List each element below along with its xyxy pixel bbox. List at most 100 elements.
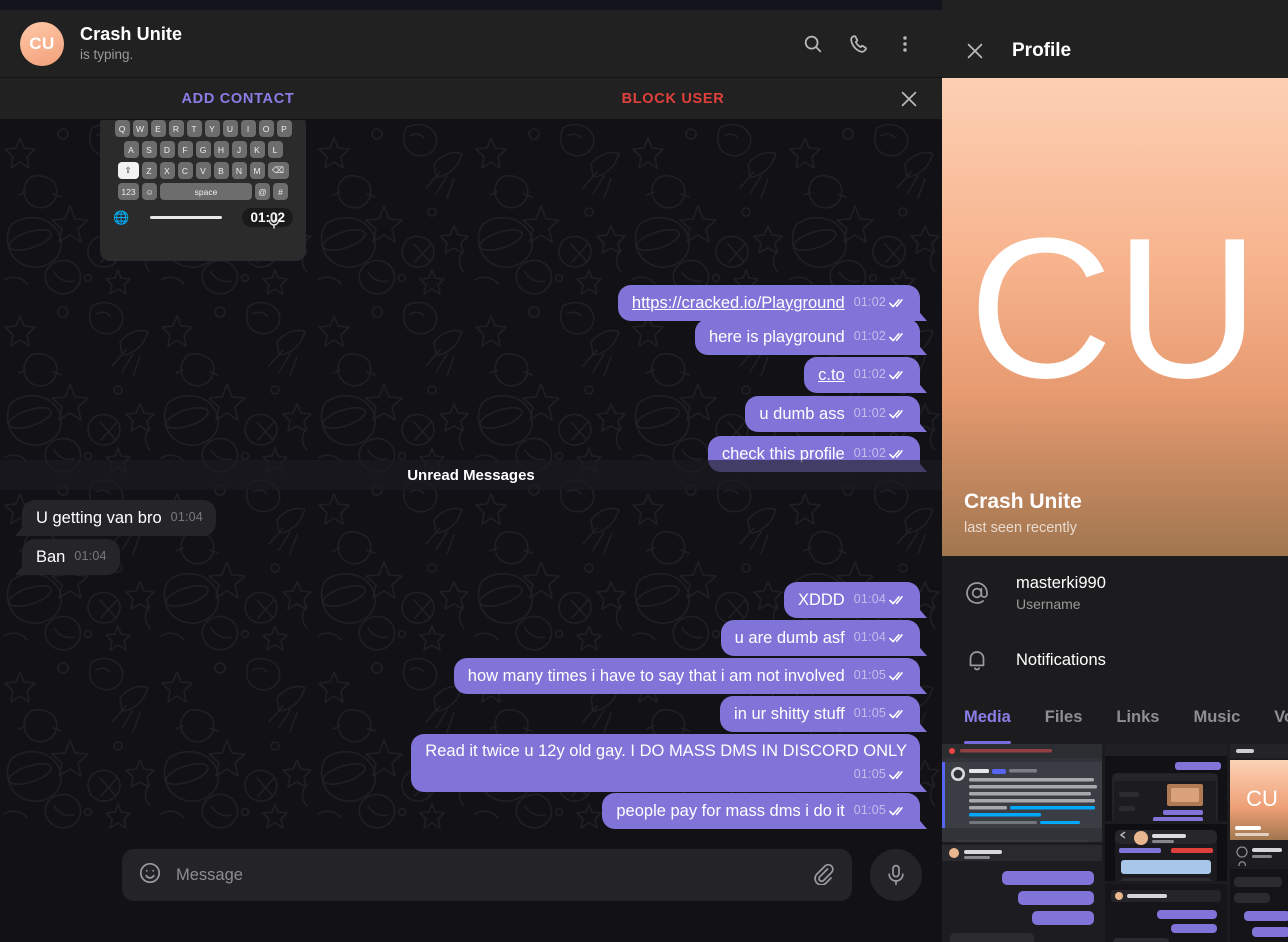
tab-links[interactable]: Links bbox=[1116, 690, 1159, 744]
message-bubble-outgoing[interactable]: c.to 01:02 bbox=[804, 357, 920, 393]
message-row[interactable]: U getting van bro 01:04 bbox=[22, 500, 920, 536]
profile-shared-tabs: Media Files Links Music Voi bbox=[942, 690, 1288, 744]
message-row[interactable]: here is playground 01:02 bbox=[22, 319, 920, 355]
microphone-icon bbox=[268, 212, 280, 235]
media-thumbnail[interactable] bbox=[1105, 884, 1227, 942]
message-meta: 01:05 bbox=[854, 800, 907, 822]
key: K bbox=[249, 141, 265, 158]
message-bubble-outgoing[interactable]: u dumb ass 01:02 bbox=[745, 396, 920, 432]
profile-title: Profile bbox=[1012, 40, 1072, 61]
tab-voice[interactable]: Voi bbox=[1274, 690, 1288, 744]
paperclip-icon[interactable] bbox=[810, 861, 834, 890]
message-bubble-outgoing[interactable]: u are dumb asf 01:04 bbox=[720, 620, 920, 656]
message-meta: 01:02 bbox=[854, 364, 907, 386]
profile-username-label: Username bbox=[1016, 595, 1081, 612]
close-profile-icon[interactable] bbox=[964, 40, 986, 62]
message-row[interactable]: in ur shitty stuff 01:05 bbox=[22, 696, 920, 732]
message-bubble-outgoing[interactable]: here is playground 01:02 bbox=[694, 319, 920, 355]
window-top-strip bbox=[0, 0, 942, 10]
chat-title: Crash Unite bbox=[80, 24, 183, 44]
message-row[interactable]: u dumb ass 01:02 bbox=[22, 396, 920, 432]
media-thumbnail[interactable] bbox=[1230, 868, 1288, 942]
message-row[interactable]: how many times i have to say that i am n… bbox=[22, 658, 920, 694]
message-row[interactable]: u are dumb asf 01:04 bbox=[22, 620, 920, 656]
media-thumbnail[interactable] bbox=[1105, 744, 1227, 821]
image-message-keyboard-screenshot[interactable]: Q W E R T Y U I O P A S D F G H J K L ⇧ … bbox=[100, 120, 306, 261]
message-input[interactable]: Message bbox=[176, 866, 796, 885]
media-thumbnail[interactable]: QWER TYUI OP bbox=[942, 744, 1102, 842]
message-meta: 01:04 bbox=[74, 546, 106, 568]
message-bubble-outgoing[interactable]: https://cracked.io/Playground 01:02 bbox=[617, 285, 920, 321]
emoji-icon[interactable] bbox=[138, 861, 162, 890]
message-bubble-outgoing[interactable]: Read it twice u 12y old gay. I DO MASS D… bbox=[411, 734, 920, 792]
profile-row-notifications[interactable]: Notifications bbox=[942, 630, 1288, 690]
close-action-bar-icon[interactable] bbox=[898, 88, 920, 110]
message-row[interactable]: XDDD 01:04 bbox=[22, 582, 920, 618]
message-composer: Message bbox=[0, 830, 942, 942]
profile-banner-initials: CU bbox=[968, 197, 1262, 420]
media-column: CU bbox=[1230, 744, 1288, 942]
message-bubble-outgoing[interactable]: in ur shitty stuff 01:05 bbox=[720, 696, 920, 732]
message-row[interactable]: Read it twice u 12y old gay. I DO MASS D… bbox=[22, 734, 920, 792]
message-text[interactable]: c.to bbox=[818, 365, 845, 386]
block-user-button[interactable]: BLOCK USER bbox=[476, 91, 870, 107]
key: S bbox=[141, 141, 157, 158]
key: C bbox=[177, 162, 193, 179]
profile-banner[interactable]: CU Crash Unite last seen recently bbox=[942, 78, 1288, 556]
avatar[interactable]: CU bbox=[20, 21, 64, 66]
message-row[interactable]: https://cracked.io/Playground 01:02 bbox=[22, 285, 920, 321]
message-bubble-incoming[interactable]: U getting van bro 01:04 bbox=[22, 500, 216, 536]
message-bubble-outgoing[interactable]: how many times i have to say that i am n… bbox=[453, 658, 920, 694]
bell-icon bbox=[964, 647, 990, 673]
microphone-button[interactable] bbox=[870, 849, 922, 901]
more-vertical-icon[interactable] bbox=[892, 31, 918, 57]
hash-key: # bbox=[273, 183, 288, 200]
tab-music[interactable]: Music bbox=[1193, 690, 1240, 744]
read-receipt-icon bbox=[889, 449, 903, 458]
chat-header-text[interactable]: Crash Unite is typing. bbox=[80, 23, 800, 64]
tab-media[interactable]: Media bbox=[964, 690, 1011, 744]
message-time: 01:05 bbox=[853, 668, 886, 682]
messages-inner: Q W E R T Y U I O P A S D F G H J K L ⇧ … bbox=[0, 120, 942, 830]
key: O bbox=[258, 120, 274, 137]
read-receipt-icon bbox=[889, 409, 903, 418]
message-meta: 01:05 bbox=[854, 764, 907, 786]
read-receipt-icon bbox=[889, 370, 903, 379]
phone-icon[interactable] bbox=[846, 31, 872, 57]
message-input-pill[interactable]: Message bbox=[122, 849, 852, 901]
message-row[interactable]: people pay for mass dms i do it 01:05 bbox=[22, 793, 920, 829]
media-thumbnail[interactable] bbox=[1105, 823, 1227, 882]
key: I bbox=[240, 120, 256, 137]
profile-panel: Profile CU Crash Unite last seen recentl… bbox=[942, 0, 1288, 942]
keyboard-row-2: A S D F G H J K L bbox=[107, 141, 299, 158]
message-meta: 01:04 bbox=[854, 589, 907, 611]
message-text[interactable]: https://cracked.io/Playground bbox=[632, 293, 845, 314]
search-icon[interactable] bbox=[800, 31, 826, 57]
read-receipt-icon bbox=[889, 633, 903, 642]
message-text: U getting van bro bbox=[36, 509, 162, 527]
tab-files[interactable]: Files bbox=[1045, 690, 1083, 744]
key: T bbox=[186, 120, 202, 137]
message-bubble-incoming[interactable]: Ban 01:04 bbox=[22, 539, 120, 575]
message-row[interactable]: c.to 01:02 bbox=[22, 357, 920, 393]
message-bubble-outgoing[interactable]: people pay for mass dms i do it 01:05 bbox=[602, 793, 920, 829]
read-receipt-icon bbox=[889, 709, 903, 718]
space-key: space bbox=[160, 183, 252, 200]
key: B bbox=[213, 162, 229, 179]
chat-header: CU Crash Unite is typing. bbox=[0, 10, 942, 78]
message-row[interactable]: Ban 01:04 bbox=[22, 539, 920, 575]
media-thumbnail[interactable] bbox=[942, 844, 1102, 942]
message-list[interactable]: Q W E R T Y U I O P A S D F G H J K L ⇧ … bbox=[0, 120, 942, 830]
media-thumbnail[interactable]: CU bbox=[1230, 744, 1288, 866]
key: G bbox=[195, 141, 211, 158]
add-contact-button[interactable]: ADD CONTACT bbox=[0, 91, 476, 107]
media-grid[interactable]: QWER TYUI OP bbox=[942, 744, 1288, 942]
message-bubble-outgoing[interactable]: XDDD 01:04 bbox=[783, 582, 920, 618]
message-meta: 01:02 bbox=[854, 403, 907, 425]
message-time: 01:05 bbox=[853, 706, 886, 720]
profile-row-username[interactable]: masterki990 Username bbox=[942, 556, 1288, 630]
key: H bbox=[213, 141, 229, 158]
shift-key: ⇧ bbox=[117, 162, 139, 179]
numbers-key: 123 bbox=[118, 183, 139, 200]
message-time: 01:04 bbox=[74, 549, 107, 563]
